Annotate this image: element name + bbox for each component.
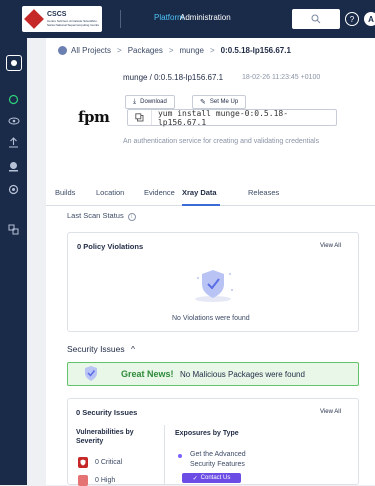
high-severity-icon [78,475,88,486]
high-count: 0 High [95,477,116,484]
topbar-divider [120,10,121,28]
install-command-box[interactable]: yum install munge-0:0.5.18-lp156.67.1 [127,108,337,127]
vulnerabilities-by-severity-label: Vulnerabilities by Severity [76,429,134,445]
logo-subtitle: Centro Svizzero di Calcolo Scientifico [47,18,97,23]
security-issues-heading[interactable]: Security Issues ^ [67,344,135,354]
help-icon[interactable]: ? [345,12,359,26]
info-icon[interactable]: i [127,213,136,221]
integrations-icon[interactable] [6,222,21,237]
storage-icon[interactable] [6,159,21,174]
breadcrumb-munge[interactable]: munge [180,46,204,55]
contact-us-button[interactable]: ✓ Contact Us [182,473,241,483]
bullet-icon [178,454,182,458]
package-description: An authentication service for creating a… [123,138,320,145]
critical-count: 0 Critical [95,459,123,466]
project-switcher-icon[interactable] [6,55,22,71]
search-button[interactable] [292,9,340,29]
last-scan-label: Last Scan Status [67,211,124,220]
set-me-up-label: Set Me Up [209,99,239,105]
breadcrumb-separator: > [117,46,122,55]
active-tab-indicator [182,204,220,206]
security-issues-count: 0 Security Issues [76,408,138,417]
cscs-logo-mark [24,9,44,29]
security-view-all[interactable]: View All [320,409,341,415]
eye-icon[interactable] [6,113,21,128]
search-icon [311,14,321,24]
package-title: munge / 0:0.5.18-lp156.67.1 [123,73,224,82]
tab-xray-data[interactable]: Xray Data [182,188,217,197]
install-command: yum install munge-0:0.5.18-lp156.67.1 [157,108,289,127]
top-bar: CSCS Centro Svizzero di Calcolo Scientif… [0,0,375,38]
dashboard-icon[interactable] [6,92,21,107]
logo-subtitle-2: Swiss National Supercomputing Centre [47,22,100,27]
policy-view-all[interactable]: View All [320,243,341,249]
tab-administration[interactable]: Administration [180,13,231,22]
no-malicious-text: No Malicious Packages were found [180,370,305,379]
critical-severity-icon [78,457,88,468]
package-date: 18-02-26 11:23:45 +0100 [242,74,321,81]
download-label: Download [140,99,167,105]
avatar[interactable]: A [364,12,375,26]
tab-releases[interactable]: Releases [248,188,279,197]
download-button[interactable]: ⤓ Download [125,95,175,109]
policy-violations-title: 0 Policy Violations [77,242,144,251]
no-violations-text: No Violations were found [172,315,250,322]
upload-icon[interactable] [6,135,21,150]
exposures-by-type-label: Exposures by Type [175,430,239,437]
cscs-logo[interactable]: CSCS Centro Svizzero di Calcolo Scientif… [22,6,102,32]
shield-check-icon [85,366,97,381]
fpm-logo: fpm [78,108,110,126]
contact-us-label: Contact Us [200,475,231,481]
breadcrumb-separator: > [209,46,215,55]
advanced-security-text: Get the Advanced Security Features [190,451,246,468]
tab-evidence[interactable]: Evidence [144,188,175,197]
breadcrumb-separator: > [168,46,174,55]
breadcrumb-version: 0:0.5.18-lp156.67.1 [220,46,291,55]
breadcrumb-packages[interactable]: Packages [128,46,163,55]
tab-location[interactable]: Location [96,188,124,197]
tab-builds[interactable]: Builds [55,188,75,197]
great-news-label: Great News! [121,369,174,379]
project-icon [58,46,67,55]
security-scan-icon[interactable] [6,182,21,197]
breadcrumb-all-projects[interactable]: All Projects [71,46,111,55]
side-nav [0,38,27,485]
security-card-divider [164,425,165,485]
last-scan-status: Last Scan Status i [67,211,136,221]
check-icon: ✓ [192,475,198,482]
download-icon: ⤓ [133,98,137,105]
set-me-up-button[interactable]: ✎ Set Me Up [192,95,247,109]
logo-title: CSCS [47,10,67,18]
wrench-icon: ✎ [200,99,206,106]
security-issues-label: Security Issues [67,344,125,354]
copy-icon[interactable] [128,110,152,125]
shield-check-illustration [195,270,233,302]
breadcrumb: All Projects > Packages > munge > 0:0.5.… [58,46,291,55]
caret-up-icon: ^ [131,344,136,354]
